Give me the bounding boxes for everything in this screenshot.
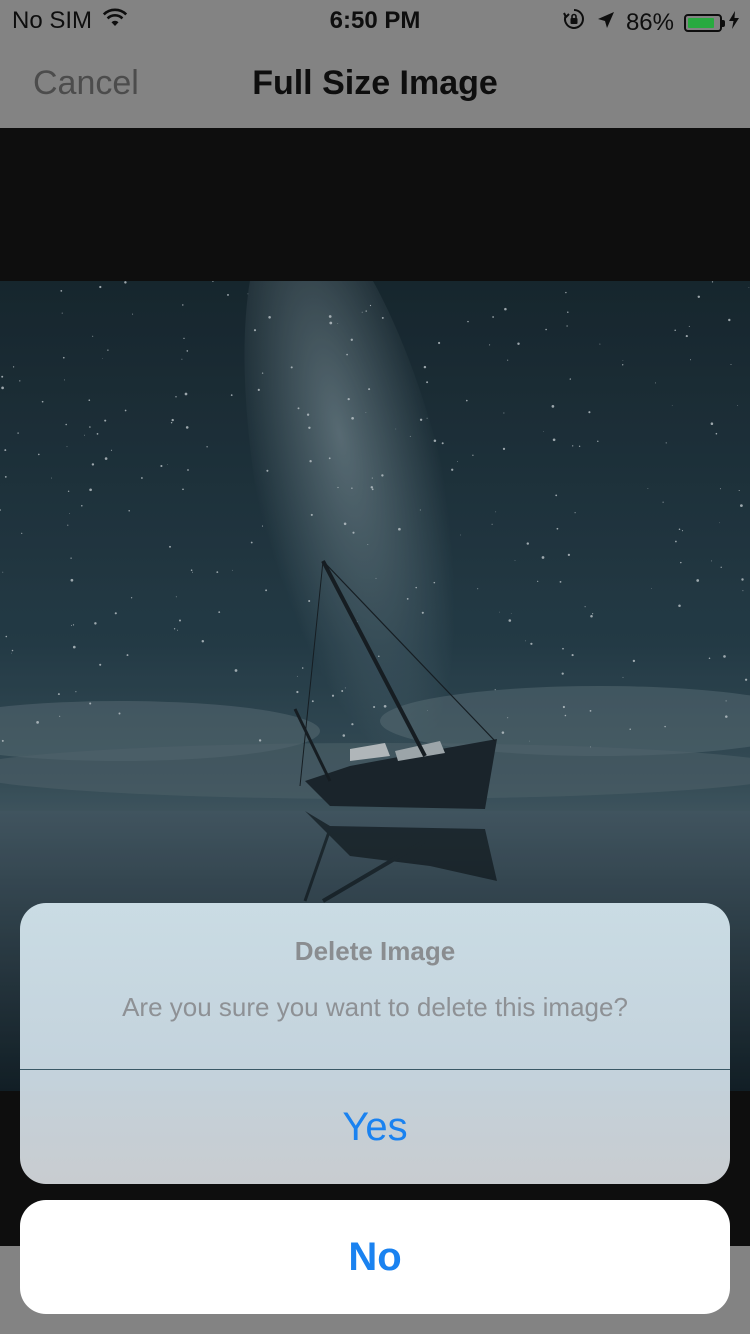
no-button[interactable]: No [20,1200,730,1314]
action-sheet-message: Are you sure you want to delete this ima… [122,992,628,1022]
delete-action-sheet: Delete Image Are you sure you want to de… [20,903,730,1184]
yes-button[interactable]: Yes [20,1070,730,1184]
full-size-image-screen: No SIM 6:50 PM 86% Cancel Full Size Imag… [0,0,750,1334]
action-sheet-title: Delete Image [294,936,456,966]
